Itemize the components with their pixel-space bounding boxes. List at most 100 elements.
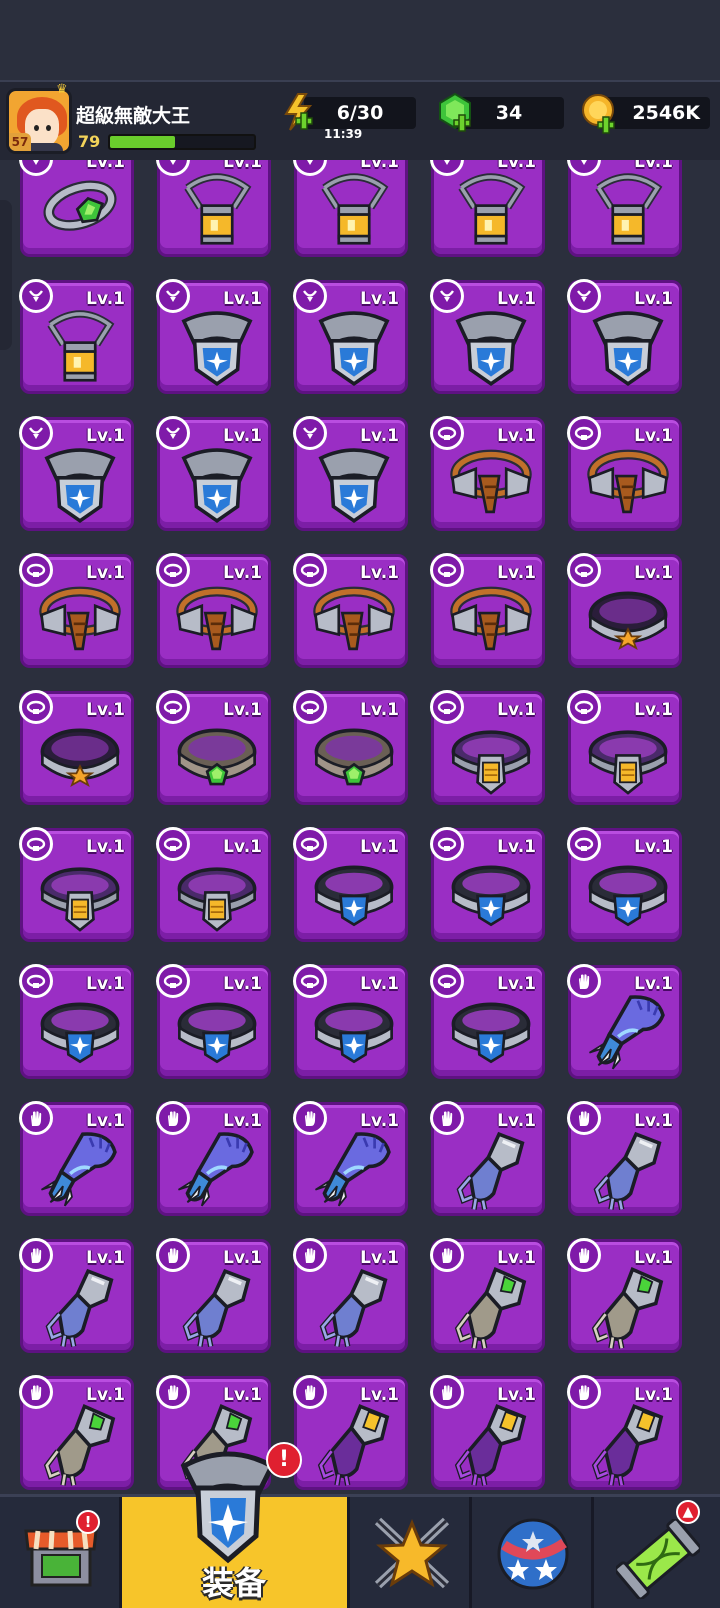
item-level: Lv.1 (497, 426, 536, 446)
energy-bolt-icon[interactable] (282, 92, 314, 132)
equipment-card-belt[interactable]: Lv.1 (19, 690, 134, 805)
equipment-card-necklace[interactable]: Lv.1 (567, 279, 682, 394)
equipment-card-belt[interactable]: Lv.1 (156, 964, 271, 1079)
shield-pendant-icon (44, 448, 116, 524)
equipment-card-belt[interactable]: Lv.1 (293, 827, 408, 942)
gold-coin-icon[interactable] (580, 92, 620, 134)
energy-timer: 11:39 (324, 127, 363, 141)
glove-slot-icon (430, 1101, 464, 1135)
equipment-card-glove[interactable]: Lv.1 (430, 1101, 545, 1216)
belt-slot-icon (293, 964, 327, 998)
equipment-card-glove[interactable]: Lv.1 (567, 1101, 682, 1216)
item-level: Lv.1 (86, 1111, 125, 1131)
equipment-card-glove[interactable]: Lv.1 (567, 1238, 682, 1353)
equipment-card-belt[interactable]: Lv.1 (567, 690, 682, 805)
player-level: 79 (78, 132, 101, 151)
belt-slot-icon (430, 690, 464, 724)
equipment-card-necklace[interactable]: Lv.1 (567, 160, 682, 257)
equipment-card-belt[interactable]: Lv.1 (430, 964, 545, 1079)
equipment-card-glove[interactable]: Lv.1 (293, 1101, 408, 1216)
equipment-card-belt[interactable]: Lv.1 (430, 690, 545, 805)
equipment-card-glove[interactable]: Lv.1 (430, 1375, 545, 1490)
equipment-card-necklace[interactable]: Lv.1 (156, 416, 271, 531)
item-level: Lv.1 (223, 700, 262, 720)
necklace-slot-icon (293, 416, 327, 450)
belt-slot-icon (19, 827, 53, 861)
equipment-grid: Lv.1 Lv.1 Lv.1 Lv.1 Lv.1 Lv.1 Lv.1 Lv.1 Lv.1 Lv.1… (0, 160, 720, 1496)
rope-belt-icon (587, 449, 669, 514)
equipment-card-belt[interactable]: Lv.1 (19, 553, 134, 668)
equipment-card-necklace[interactable]: Lv.1 (156, 279, 271, 394)
item-level: Lv.1 (223, 974, 262, 994)
gold-belt-icon (588, 730, 668, 795)
belt-slot-icon (430, 827, 464, 861)
equipment-card-necklace[interactable]: Lv.1 (430, 279, 545, 394)
shield-pendant-icon (455, 311, 527, 387)
equipment-card-necklace[interactable]: Lv.1 (19, 416, 134, 531)
equipment-card-belt[interactable]: Lv.1 (293, 690, 408, 805)
player-avatar[interactable]: 57 (6, 88, 72, 154)
equipment-card-necklace[interactable]: Lv.1 (19, 279, 134, 394)
item-level: Lv.1 (634, 160, 673, 172)
item-level: Lv.1 (360, 426, 399, 446)
equipment-card-belt[interactable]: Lv.1 (567, 827, 682, 942)
belt-slot-icon (19, 690, 53, 724)
equipment-card-belt[interactable]: Lv.1 (430, 416, 545, 531)
item-level: Lv.1 (497, 1111, 536, 1131)
equipment-card-necklace[interactable]: Lv.1 (156, 160, 271, 257)
equipment-card-belt[interactable]: Lv.1 (156, 827, 271, 942)
belt-slot-icon (430, 553, 464, 587)
lantern-chain-icon (595, 173, 663, 245)
equipment-tab-label: 装备 (202, 1564, 267, 1602)
equipment-card-glove[interactable]: Lv.1 (19, 1101, 134, 1216)
glove-slot-icon (430, 1375, 464, 1409)
equipment-card-glove[interactable]: Lv.1 (293, 1238, 408, 1353)
tab-orb[interactable] (472, 1497, 594, 1608)
equipment-card-glove[interactable]: Lv.1 (156, 1238, 271, 1353)
equipment-card-belt[interactable]: Lv.1 (156, 553, 271, 668)
rope-belt-icon (450, 449, 532, 514)
purple-glove-icon (454, 1404, 527, 1486)
glove-slot-icon (430, 1238, 464, 1272)
item-level: Lv.1 (223, 1385, 262, 1405)
equipment-card-necklace[interactable]: Lv.1 (430, 160, 545, 257)
star-belt-icon (588, 591, 668, 650)
equipment-card-glove[interactable]: Lv.1 (19, 1238, 134, 1353)
equipment-card-belt[interactable]: Lv.1 (19, 964, 134, 1079)
item-level: Lv.1 (634, 700, 673, 720)
gem-belt-icon (314, 728, 394, 786)
green-glove-icon (591, 1266, 664, 1349)
equipment-card-belt[interactable]: Lv.1 (567, 416, 682, 531)
tab-battle[interactable] (350, 1497, 472, 1608)
belt-slot-icon (156, 690, 190, 724)
ring-gem-icon (43, 180, 117, 231)
equipment-card-belt[interactable]: Lv.1 (293, 964, 408, 1079)
equipment-card-belt[interactable]: Lv.1 (430, 827, 545, 942)
claw-glove-icon (178, 1132, 254, 1207)
equipment-card-necklace[interactable]: Lv.1 (19, 160, 134, 257)
equipment-card-glove[interactable]: Lv.1 (567, 1375, 682, 1490)
claw-glove-icon (589, 995, 665, 1070)
status-area (0, 0, 720, 80)
item-level: Lv.1 (497, 1385, 536, 1405)
equipment-card-belt[interactable]: Lv.1 (19, 827, 134, 942)
blue-belt-icon (451, 865, 531, 927)
equipment-card-glove[interactable]: Lv.1 (567, 964, 682, 1079)
tab-shop[interactable] (0, 1497, 122, 1608)
equipment-card-belt[interactable]: Lv.1 (293, 553, 408, 668)
equipment-card-necklace[interactable]: Lv.1 (293, 279, 408, 394)
item-level: Lv.1 (634, 974, 673, 994)
equipment-card-necklace[interactable]: Lv.1 (293, 160, 408, 257)
equipment-card-glove[interactable]: Lv.1 (430, 1238, 545, 1353)
gem-icon[interactable] (436, 92, 474, 132)
tab-gene[interactable] (594, 1497, 720, 1608)
equipment-card-belt[interactable]: Lv.1 (567, 553, 682, 668)
equipment-card-necklace[interactable]: Lv.1 (293, 416, 408, 531)
equipment-card-belt[interactable]: Lv.1 (156, 690, 271, 805)
equipment-card-belt[interactable]: Lv.1 (430, 553, 545, 668)
claw-glove-icon (315, 1132, 391, 1207)
equipment-card-glove[interactable]: Lv.1 (293, 1375, 408, 1490)
equipment-card-glove[interactable]: Lv.1 (19, 1375, 134, 1490)
equipment-card-glove[interactable]: Lv.1 (156, 1101, 271, 1216)
item-level: Lv.1 (86, 563, 125, 583)
